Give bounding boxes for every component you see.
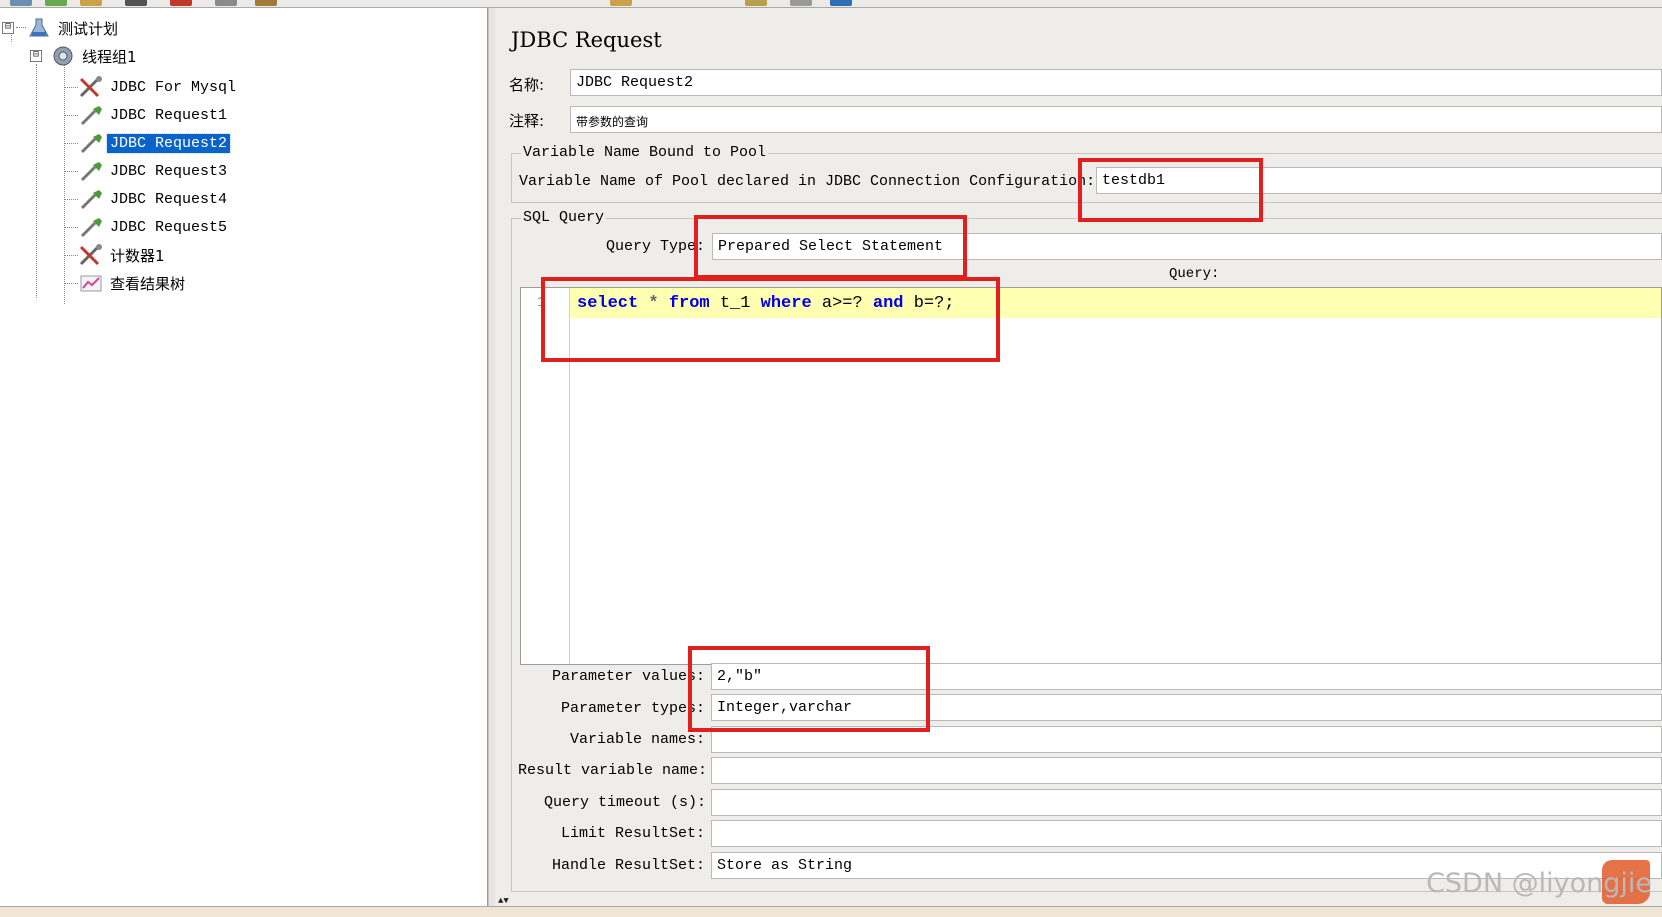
collapse-toggle[interactable]: ⊟ [30, 50, 42, 62]
search-icon[interactable] [790, 0, 812, 6]
pipette-icon [80, 106, 102, 126]
paste-icon[interactable] [255, 0, 277, 6]
status-bar [0, 906, 1662, 917]
watermark: CSDN @liyongjie [1426, 868, 1652, 899]
pool-group-title: Variable Name Bound to Pool [521, 144, 769, 161]
tree-node-label: JDBC Request2 [105, 132, 232, 154]
clear-icon[interactable] [745, 0, 767, 6]
chart-icon [80, 275, 102, 292]
save-as-icon[interactable] [125, 0, 147, 6]
pipette-icon [80, 134, 102, 154]
comment-label: 注释: [509, 112, 545, 130]
param-values-label: Parameter values: [552, 668, 706, 685]
tree-node-label: JDBC Request1 [110, 106, 228, 124]
variable-names-label: Variable names: [570, 731, 706, 748]
tools-icon [79, 244, 102, 266]
name-field[interactable]: JDBC Request2 [570, 69, 1662, 96]
query-timeout-label: Query timeout (s): [544, 794, 707, 811]
tree-node-label: JDBC Request3 [110, 162, 228, 180]
tree-node-label: 测试计划 [58, 19, 119, 38]
limit-resultset-label: Limit ResultSet: [561, 825, 706, 842]
start-icon[interactable] [610, 0, 632, 6]
collapse-toggle[interactable]: ⊟ [2, 22, 14, 34]
pipette-icon [80, 162, 102, 182]
tree-node-counter[interactable]: 计数器1 [78, 242, 168, 268]
annotation-box-query-type [694, 215, 967, 279]
pool-label: Variable Name of Pool declared in JDBC C… [519, 173, 1096, 190]
tree-node-label: 计数器1 [110, 246, 165, 265]
tree-node-jdbc-config[interactable]: JDBC For Mysql [78, 74, 239, 100]
tree-node-label: 线程组1 [82, 47, 137, 66]
tree-node-jdbc-request4[interactable]: JDBC Request4 [78, 186, 230, 212]
tree-node-jdbc-request2[interactable]: JDBC Request2 [78, 130, 232, 156]
panel-title: JDBC Request [511, 28, 662, 52]
sql-group-title: SQL Query [521, 209, 607, 226]
comment-field[interactable]: 带参数的查询 [570, 106, 1662, 133]
tree-node-test-plan[interactable]: 测试计划 [26, 15, 121, 41]
jdbc-request-panel: JDBC Request 名称: JDBC Request2 注释: 带参数的查… [495, 8, 1662, 906]
annotation-box-query [541, 277, 1000, 362]
tree-node-jdbc-request1[interactable]: JDBC Request1 [78, 102, 230, 128]
tree-node-label: 查看结果树 [110, 274, 186, 293]
limit-resultset-field[interactable] [711, 820, 1662, 847]
name-label: 名称: [509, 76, 545, 94]
pipette-icon [80, 190, 102, 210]
gear-icon [53, 46, 73, 66]
tree-node-label: JDBC Request4 [110, 190, 228, 208]
cut-icon[interactable] [170, 0, 192, 6]
collapse-arrows-icon[interactable]: ▲▼ [498, 896, 509, 906]
query-type-label: Query Type: [606, 238, 706, 255]
toolbar [0, 0, 1662, 8]
new-icon[interactable] [10, 0, 32, 6]
test-plan-tree: ⊟ 测试计划 ⊟ 线程组1 JDBC For Mysql JDBC Reques… [0, 8, 488, 906]
handle-resultset-label: Handle ResultSet: [552, 857, 706, 874]
tools-icon [79, 76, 102, 98]
result-variable-field[interactable] [711, 757, 1662, 784]
tree-node-jdbc-request5[interactable]: JDBC Request5 [78, 214, 230, 240]
help-icon[interactable] [830, 0, 852, 6]
open-icon[interactable] [45, 0, 67, 6]
annotation-box-params [688, 646, 930, 732]
tree-node-thread-group[interactable]: 线程组1 [50, 43, 140, 69]
flask-icon [29, 18, 49, 37]
query-label: Query: [1169, 266, 1220, 282]
tree-node-jdbc-request3[interactable]: JDBC Request3 [78, 158, 230, 184]
param-types-label: Parameter types: [561, 700, 706, 717]
tree-node-label: JDBC For Mysql [110, 78, 237, 96]
copy-icon[interactable] [215, 0, 237, 6]
query-timeout-field[interactable] [711, 789, 1662, 816]
result-variable-label: Result variable name: [518, 762, 708, 779]
annotation-box-pool [1078, 158, 1263, 222]
tree-node-results-tree[interactable]: 查看结果树 [78, 270, 188, 296]
save-icon[interactable] [80, 0, 102, 6]
pipette-icon [80, 218, 102, 238]
tree-node-label: JDBC Request5 [110, 218, 228, 236]
